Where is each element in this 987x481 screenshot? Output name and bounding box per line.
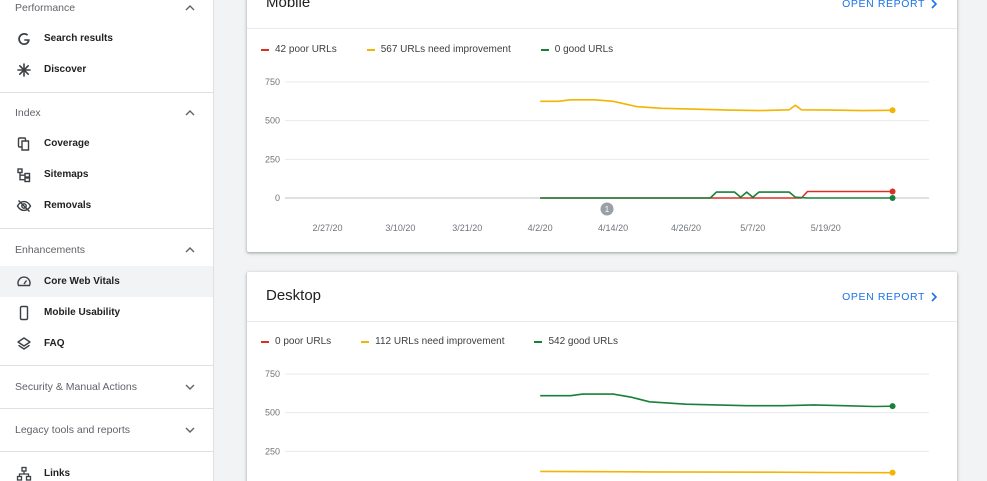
x-tick-label: 3/21/20 <box>452 223 482 233</box>
asterisk-icon <box>15 61 33 79</box>
section-legacy-tools[interactable]: Legacy tools and reports <box>0 416 213 444</box>
y-tick-label: 750 <box>265 77 280 87</box>
series-end-point <box>889 107 896 114</box>
y-tick-label: 500 <box>265 408 280 418</box>
series-end-point <box>889 469 896 476</box>
file-copy-icon <box>15 135 33 153</box>
mobile-report-card: Mobile OPEN REPORT 42 poor URLs 567 URLs… <box>247 0 957 252</box>
section-label: Enhancements <box>15 244 86 256</box>
series-line <box>540 393 893 408</box>
sidebar-item-label: Mobile Usability <box>44 307 121 318</box>
sidebar-item-label: Coverage <box>44 138 90 149</box>
section-performance[interactable]: Performance <box>0 0 213 22</box>
series-line <box>540 470 893 474</box>
chevron-up-icon[interactable] <box>182 242 198 258</box>
divider <box>0 451 213 452</box>
section-index[interactable]: Index <box>0 99 213 127</box>
section-label: Legacy tools and reports <box>15 424 130 436</box>
sidebar-item-label: Sitemaps <box>44 169 89 180</box>
chevron-down-icon[interactable] <box>182 422 198 438</box>
sidebar-item-label: FAQ <box>44 338 65 349</box>
desktop-line-chart: 750 500 250 <box>265 369 929 476</box>
y-tick-label: 750 <box>265 369 280 379</box>
x-tick-label: 5/19/20 <box>811 223 841 233</box>
sidebar-item-label: Links <box>44 468 71 479</box>
sidebar-item-links[interactable]: Links <box>0 458 213 481</box>
sidebar-item-faq[interactable]: FAQ <box>0 328 213 359</box>
chevron-up-icon[interactable] <box>182 0 198 16</box>
annotation-label: 1 <box>605 205 610 214</box>
divider <box>0 408 213 409</box>
sidebar-item-coverage[interactable]: Coverage <box>0 128 213 159</box>
sidebar-item-search-results[interactable]: Search results <box>0 23 213 54</box>
section-security-manual-actions[interactable]: Security & Manual Actions <box>0 373 213 401</box>
layers-icon <box>15 335 33 353</box>
sidebar-nav: Performance Search results Discover Inde… <box>0 0 214 481</box>
sidebar-item-core-web-vitals[interactable]: Core Web Vitals <box>0 266 213 297</box>
series-end-point <box>889 195 896 201</box>
sidebar-item-label: Removals <box>44 200 92 211</box>
x-tick-label: 3/10/20 <box>385 223 415 233</box>
y-tick-label: 250 <box>265 154 280 164</box>
sidebar-item-removals[interactable]: Removals <box>0 190 213 221</box>
y-tick-label: 0 <box>275 193 280 203</box>
chevron-up-icon[interactable] <box>182 105 198 121</box>
series-end-point <box>889 403 896 410</box>
hub-icon <box>15 465 33 481</box>
sidebar-item-sitemaps[interactable]: Sitemaps <box>0 159 213 190</box>
section-label: Security & Manual Actions <box>15 381 137 393</box>
x-tick-label: 4/26/20 <box>671 223 701 233</box>
visibility-off-icon <box>15 197 33 215</box>
series-line <box>540 99 893 112</box>
x-tick-label: 4/2/20 <box>528 223 553 233</box>
sidebar-item-label: Discover <box>44 64 87 75</box>
google-g-icon <box>15 30 33 48</box>
divider <box>0 228 213 229</box>
section-label: Performance <box>15 2 76 14</box>
section-label: Index <box>15 107 41 119</box>
sidebar-item-mobile-usability[interactable]: Mobile Usability <box>0 297 213 328</box>
sidebar-item-label: Search results <box>44 33 113 44</box>
chevron-down-icon[interactable] <box>182 379 198 395</box>
y-tick-label: 500 <box>265 116 280 126</box>
section-enhancements[interactable]: Enhancements <box>0 236 213 264</box>
divider <box>0 92 213 93</box>
speedometer-icon <box>15 273 33 291</box>
desktop-report-card: Desktop OPEN REPORT 0 poor URLs 112 URLs… <box>247 272 957 481</box>
series-end-point <box>889 188 896 195</box>
smartphone-icon <box>15 304 33 322</box>
mobile-line-chart: 750 500 250 0 2/27/20 3/10/20 3/21/20 4/2/20 4/1… <box>265 77 929 233</box>
series-line <box>540 191 893 199</box>
x-tick-label: 4/14/20 <box>598 223 628 233</box>
y-tick-label: 250 <box>265 446 280 456</box>
sidebar-item-discover[interactable]: Discover <box>0 54 213 85</box>
sidebar-item-label: Core Web Vitals <box>44 276 120 287</box>
x-tick-label: 2/27/20 <box>313 223 343 233</box>
sitemap-icon <box>15 166 33 184</box>
divider <box>0 365 213 366</box>
x-tick-label: 5/7/20 <box>740 223 765 233</box>
